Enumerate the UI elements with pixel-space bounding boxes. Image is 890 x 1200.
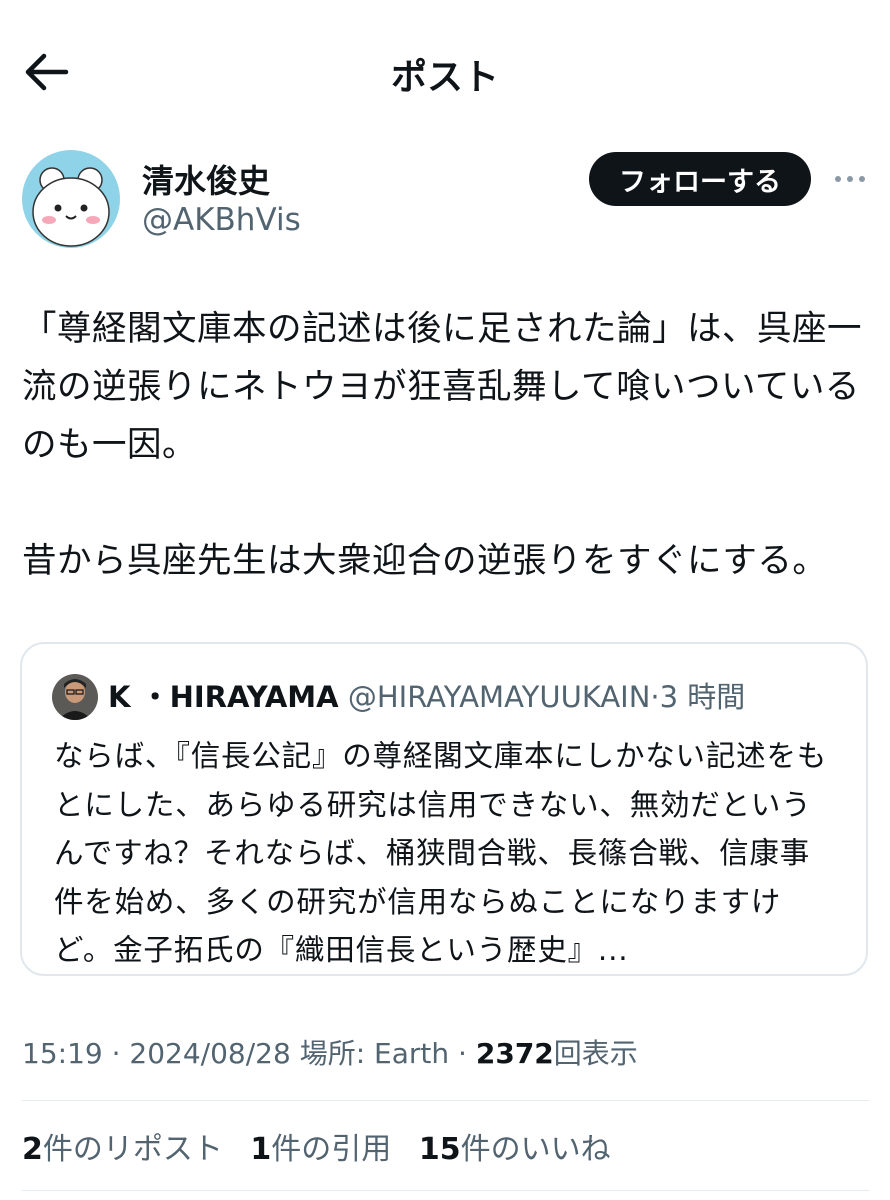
quotes-stat[interactable]: 1件の引用 bbox=[250, 1132, 391, 1167]
reposts-count: 2 bbox=[22, 1132, 43, 1167]
author-handle[interactable]: @AKBhVis bbox=[142, 202, 301, 238]
quoted-text: ならば、『信長公記』の尊経閣文庫本にしかない記述をもとにした、あらゆる研究は信用… bbox=[54, 739, 828, 967]
engagement-stats: 2件のリポスト 1件の引用 15件のいいね bbox=[22, 1124, 629, 1168]
tweet-paragraph: 「尊経閣文庫本の記述は後に足された論」は、呉座一流の逆張りにネトウヨが狂喜乱舞し… bbox=[22, 309, 862, 465]
more-options-button[interactable] bbox=[830, 164, 870, 194]
likes-stat[interactable]: 15件のいいね bbox=[419, 1132, 611, 1167]
views-count: 2372 bbox=[475, 1037, 554, 1070]
quoted-tweet[interactable]: K ・HIRAYAMA @HIRAYAMAYUUKAIN·3 時間 ならば、『信… bbox=[20, 642, 868, 976]
divider bbox=[22, 1190, 870, 1191]
follow-button[interactable]: フォローする bbox=[589, 152, 811, 206]
tweet-meta: 15:19 · 2024/08/28 場所: Earth · 2372回表示 bbox=[22, 1032, 638, 1072]
quotes-label: 件の引用 bbox=[271, 1132, 392, 1167]
reposts-stat[interactable]: 2件のリポスト bbox=[22, 1132, 223, 1167]
author-name[interactable]: 清水俊史 bbox=[142, 156, 270, 202]
tweet-date: 2024/08/28 bbox=[129, 1037, 291, 1070]
top-bar: ポスト bbox=[0, 0, 890, 140]
tweet-location: 場所: Earth bbox=[299, 1037, 450, 1070]
quotes-count: 1 bbox=[250, 1132, 272, 1167]
meta-separator: · bbox=[458, 1037, 467, 1070]
likes-label: 件のいいね bbox=[460, 1132, 611, 1167]
meta-separator: · bbox=[111, 1037, 121, 1070]
tweet-time: 15:19 bbox=[22, 1037, 103, 1070]
tweet-paragraph: 昔から呉座先生は大衆迎合の逆張りをすぐにする。 bbox=[22, 541, 828, 581]
quoted-author-name: K ・HIRAYAMA bbox=[108, 680, 339, 714]
likes-count: 15 bbox=[418, 1132, 461, 1167]
reposts-label: 件のリポスト bbox=[42, 1132, 223, 1167]
more-horizontal-icon bbox=[835, 176, 865, 182]
views-label: 回表示 bbox=[553, 1037, 638, 1070]
quoted-meta: K ・HIRAYAMA @HIRAYAMAYUUKAIN·3 時間 bbox=[108, 674, 745, 716]
quoted-time: 3 時間 bbox=[659, 680, 746, 714]
author-row: 清水俊史 @AKBhVis フォローする bbox=[22, 148, 872, 258]
tweet-text: 「尊経閣文庫本の記述は後に足された論」は、呉座一流の逆張りにネトウヨが狂喜乱舞し… bbox=[22, 300, 872, 590]
quoted-avatar bbox=[52, 674, 98, 720]
avatar[interactable] bbox=[22, 150, 120, 248]
quoted-author-handle: @HIRAYAMAYUUKAIN bbox=[347, 680, 651, 714]
divider bbox=[22, 1100, 870, 1101]
page-title: ポスト bbox=[390, 57, 499, 98]
quoted-separator: · bbox=[650, 680, 660, 714]
